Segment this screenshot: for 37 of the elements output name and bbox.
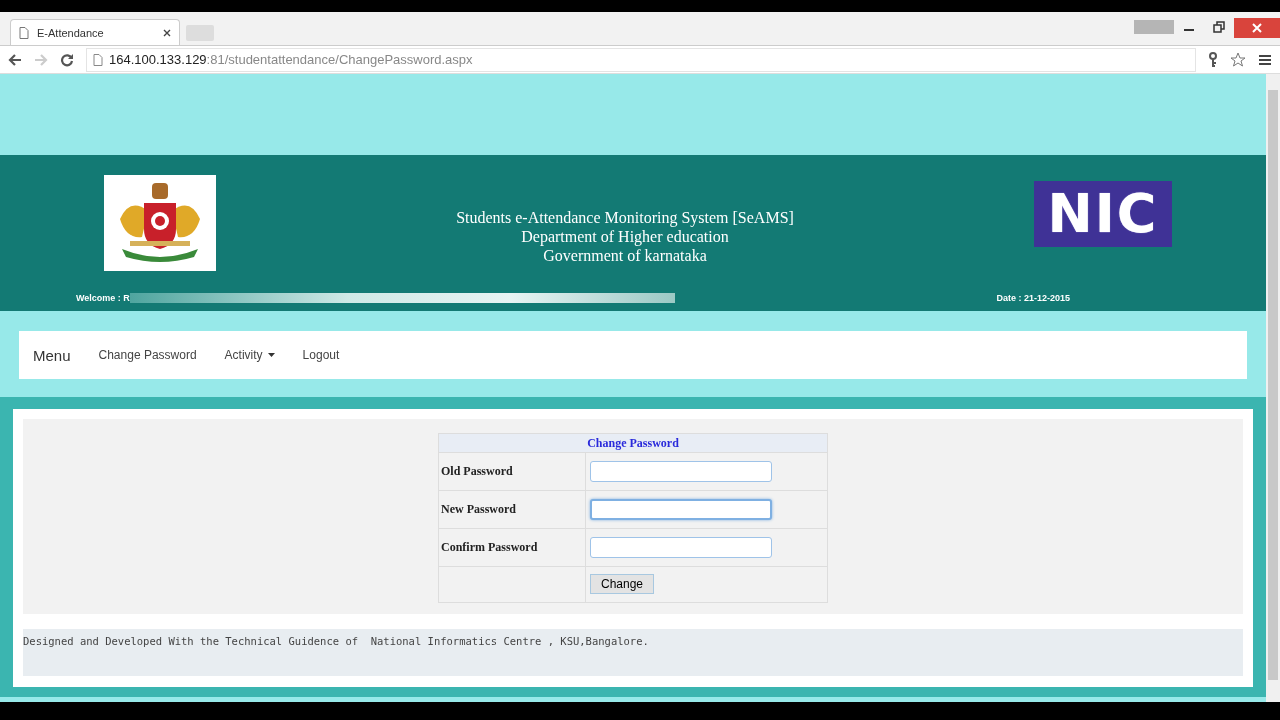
nav-link[interactable]: Logout [288,348,354,362]
header-title-line: Department of Higher education [520,227,730,246]
url-path: :81/studentattendance/ChangePassword.aspx [206,52,473,67]
header-title-line: Government of karnataka [542,246,708,265]
date-text: Date : 21-12-2015 [996,293,1070,303]
form-title: Change Password [438,433,828,453]
key-icon[interactable] [1208,51,1218,68]
header-title-line: Students e-Attendance Monitoring System [SeAMS] [455,208,795,227]
restore-icon[interactable] [1213,21,1225,33]
browser-tab[interactable]: E-Attendance [10,19,180,45]
star-icon[interactable] [1230,51,1246,68]
menu-brand[interactable]: Menu [33,346,71,364]
url-host: 164.100.133.129 [109,52,207,67]
password-field[interactable] [590,536,772,558]
password-field[interactable] [590,460,772,482]
welcome-text: Welcome : R [76,293,130,303]
scrollbar[interactable] [1266,74,1280,702]
tab-title: E-Attendance [37,26,105,39]
field-label: Confirm Password [438,528,586,567]
footer-text: Designed and Developed With the Technical Guidence of National Informatics Centre , KSU,Bangalore. [23,635,649,647]
field-label: Old Password [438,452,586,491]
change-button[interactable]: Change [590,574,655,595]
page-icon [19,26,29,39]
nav-link[interactable]: Change Password [84,348,211,362]
password-field[interactable] [590,498,772,520]
close-window-button[interactable] [1234,18,1280,38]
close-tab-icon[interactable] [163,28,171,37]
field-label: New Password [438,490,586,529]
nav-link[interactable]: Activity [210,348,289,362]
address-bar[interactable]: 164.100.133.129:81/studentattendance/ChangePassword.aspx [86,47,1196,72]
page-icon [93,53,103,66]
reload-icon[interactable] [60,52,74,67]
scrollbar-thumb[interactable] [1268,90,1278,680]
back-icon[interactable] [8,52,22,67]
close-icon [1252,23,1262,33]
logo: NIC [1034,181,1172,247]
menu-icon[interactable] [1258,52,1272,67]
